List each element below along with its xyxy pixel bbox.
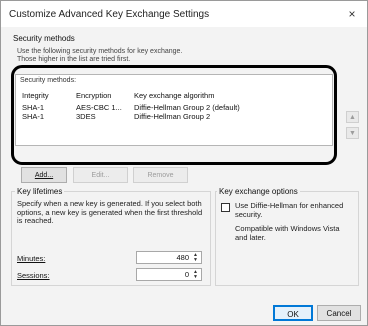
row-integrity: SHA-1 — [22, 103, 45, 112]
title-bar: Customize Advanced Key Exchange Settings… — [1, 1, 367, 27]
edit-button[interactable]: Edit... — [73, 167, 128, 183]
sessions-label-text: Sessions: — [17, 271, 50, 280]
security-methods-list-title: Security methods: — [20, 77, 77, 84]
move-down-button[interactable]: ▼ — [346, 127, 359, 139]
sessions-label: Sessions: — [17, 271, 50, 280]
key-lifetimes-group-title: Key lifetimes — [15, 187, 65, 196]
spinner-arrows-icon[interactable]: ▲ ▼ — [191, 270, 200, 280]
key-exchange-options-group-title: Key exchange options — [217, 187, 300, 196]
security-methods-description-line1: Use the following security methods for k… — [17, 48, 183, 55]
key-exchange-dialog: Customize Advanced Key Exchange Settings… — [0, 0, 368, 326]
key-lifetimes-description: Specify when a new key is generated. If … — [17, 199, 203, 225]
minutes-spinner[interactable]: 480 ▲ ▼ — [136, 251, 202, 264]
security-methods-list[interactable]: Security methods: Integrity Encryption K… — [15, 74, 333, 146]
column-header-algorithm[interactable]: Key exchange algorithm — [134, 91, 214, 100]
close-icon[interactable]: × — [345, 7, 359, 21]
row-encryption: AES-CBC 1... — [76, 103, 122, 112]
row-algorithm: Diffie-Hellman Group 2 (default) — [134, 103, 240, 112]
cancel-button[interactable]: Cancel — [317, 305, 361, 321]
ok-button[interactable]: OK — [273, 305, 313, 321]
security-methods-description: Use the following security methods for k… — [17, 48, 182, 64]
security-methods-group-title: Security methods — [13, 34, 75, 43]
minutes-label: Minutes: — [17, 254, 45, 263]
remove-button[interactable]: Remove — [133, 167, 188, 183]
column-header-integrity[interactable]: Integrity — [22, 91, 49, 100]
row-encryption: 3DES — [76, 112, 96, 121]
minutes-label-text: Minutes: — [17, 254, 46, 263]
add-button-label: Add... — [34, 172, 54, 179]
row-algorithm: Diffie-Hellman Group 2 — [134, 112, 211, 121]
compatibility-note: Compatible with Windows Vista and later. — [235, 224, 340, 242]
security-methods-description-line2: Those higher in the list are tried first… — [17, 56, 131, 63]
dialog-title: Customize Advanced Key Exchange Settings — [9, 8, 210, 20]
sessions-value: 0 — [184, 270, 189, 279]
column-header-encryption[interactable]: Encryption — [76, 91, 111, 100]
diffie-hellman-checkbox[interactable] — [221, 203, 230, 212]
diffie-hellman-checkbox-label[interactable]: Use Diffie-Hellman for enhanced security… — [235, 201, 345, 219]
table-row[interactable]: SHA-1 AES-CBC 1... Diffie-Hellman Group … — [16, 103, 332, 112]
add-button[interactable]: Add... — [21, 167, 67, 183]
minutes-value: 480 — [176, 253, 189, 262]
sessions-spinner[interactable]: 0 ▲ ▼ — [136, 268, 202, 281]
spinner-arrows-icon[interactable]: ▲ ▼ — [191, 253, 200, 263]
table-row[interactable]: SHA-1 3DES Diffie-Hellman Group 2 — [16, 112, 332, 121]
row-integrity: SHA-1 — [22, 112, 45, 121]
move-up-button[interactable]: ▲ — [346, 111, 359, 123]
